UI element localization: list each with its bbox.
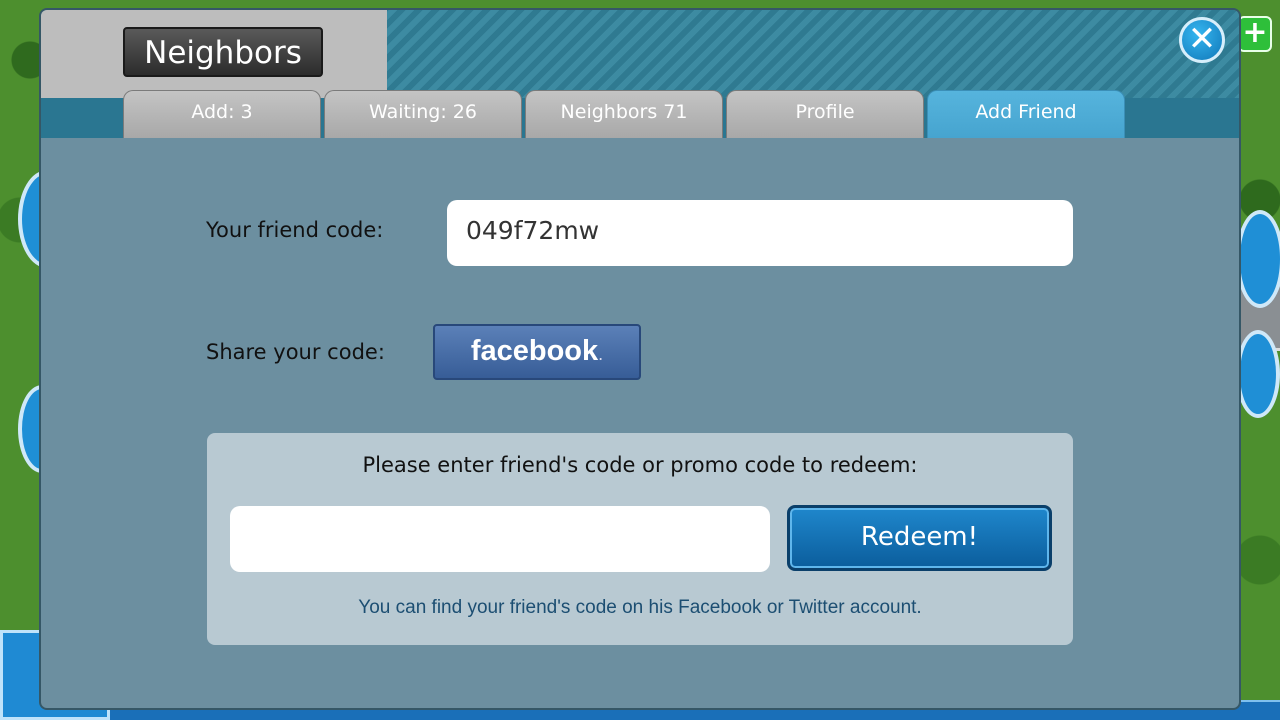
- facebook-logo-dot: .: [598, 344, 604, 364]
- tab-add-friend[interactable]: Add Friend: [927, 90, 1125, 138]
- tab-neighbors[interactable]: Neighbors 71: [525, 90, 723, 138]
- close-button[interactable]: ✕: [1179, 17, 1225, 63]
- modal-title: Neighbors: [123, 27, 323, 77]
- neighbors-modal: Neighbors Add: 3 Waiting: 26 Neighbors 7…: [41, 10, 1239, 708]
- tab-add[interactable]: Add: 3: [123, 90, 321, 138]
- friend-code-label: Your friend code:: [206, 218, 384, 242]
- add-friend-content: Your friend code: 049f72mw Share your co…: [41, 138, 1239, 708]
- title-area: Neighbors: [41, 10, 387, 98]
- redeem-hint: You can find your friend's code on his F…: [358, 597, 922, 618]
- add-plus-icon[interactable]: +: [1238, 16, 1272, 52]
- redeem-panel: Please enter friend's code or promo code…: [207, 433, 1073, 645]
- background-ui-bubble: [1236, 330, 1280, 418]
- background-ui-bubble: [1236, 210, 1280, 308]
- close-icon: ✕: [1187, 19, 1217, 59]
- tab-waiting[interactable]: Waiting: 26: [324, 90, 522, 138]
- facebook-logo-text: facebook: [470, 335, 599, 367]
- friend-code-field[interactable]: 049f72mw: [447, 200, 1073, 266]
- share-code-label: Share your code:: [206, 340, 385, 364]
- tab-profile[interactable]: Profile: [726, 90, 924, 138]
- redeem-code-input[interactable]: [230, 506, 770, 572]
- redeem-prompt: Please enter friend's code or promo code…: [362, 453, 918, 477]
- facebook-share-button[interactable]: facebook.: [433, 324, 641, 380]
- friend-code-value: 049f72mw: [466, 216, 600, 245]
- redeem-button[interactable]: Redeem!: [787, 505, 1052, 571]
